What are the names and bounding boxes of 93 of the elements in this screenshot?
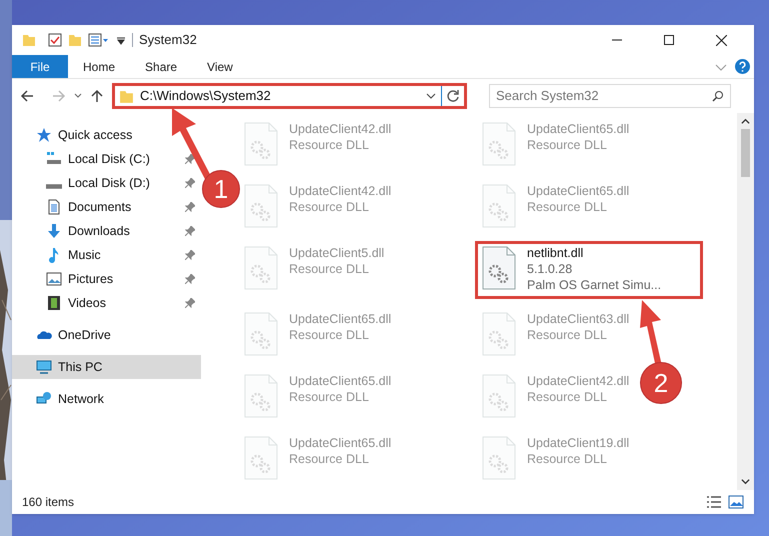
file-icon	[481, 121, 517, 167]
file-name: UpdateClient65.dll	[527, 121, 630, 137]
thumbnails-view-icon[interactable]	[728, 495, 744, 509]
address-path: C:\Windows\System32	[140, 87, 272, 106]
pin-icon	[185, 250, 195, 260]
details-view-icon[interactable]	[706, 495, 722, 509]
file-name: UpdateClient42.dll	[289, 183, 392, 199]
file-tile[interactable]: netlibnt.dll 5.1.0.28 Palm OS Garnet Simu...	[475, 241, 703, 299]
film-icon	[46, 295, 62, 311]
sidebar-item[interactable]: Network	[12, 387, 201, 411]
file-icon	[243, 183, 279, 229]
sidebar-item[interactable]: Videos	[12, 291, 201, 315]
file-detail: Resource DLL	[289, 137, 370, 153]
file-detail: Resource DLL	[527, 451, 608, 467]
pin-icon	[185, 226, 195, 236]
sidebar-item[interactable]: Quick access	[12, 123, 201, 147]
file-icon	[243, 373, 279, 419]
file-detail: Palm OS Garnet Simu...	[527, 277, 662, 293]
file-detail: Resource DLL	[289, 389, 370, 405]
file-name: UpdateClient65.dll	[289, 311, 392, 327]
sidebar-item[interactable]: Downloads	[12, 219, 201, 243]
sidebar-item[interactable]: Local Disk (C:)	[12, 147, 201, 171]
star-icon	[36, 127, 52, 143]
file-name: UpdateClient65.dll	[289, 435, 392, 451]
file-detail: 5.1.0.28	[527, 261, 574, 277]
scrollbar[interactable]	[737, 113, 754, 490]
file-name: UpdateClient65.dll	[527, 183, 630, 199]
file-icon	[481, 435, 517, 481]
file-name: netlibnt.dll	[527, 245, 584, 261]
scroll-down-icon[interactable]	[741, 477, 750, 486]
file-detail: Resource DLL	[527, 389, 608, 405]
search-icon	[712, 90, 724, 102]
file-detail: Resource DLL	[289, 261, 370, 277]
file-detail: Resource DLL	[527, 327, 608, 343]
window-title: System32	[139, 31, 197, 50]
file-icon	[481, 373, 517, 419]
file-icon	[243, 245, 279, 291]
file-icon	[243, 311, 279, 357]
monitor-icon	[36, 359, 52, 375]
refresh-icon[interactable]	[446, 89, 460, 103]
drive-icon	[46, 151, 62, 167]
file-name: UpdateClient42.dll	[527, 373, 630, 389]
sidebar-item[interactable]: This PC	[12, 355, 201, 379]
file-name: UpdateClient19.dll	[527, 435, 630, 451]
image-icon	[46, 271, 62, 287]
minimize-icon	[612, 39, 622, 41]
help-icon[interactable]	[735, 59, 750, 74]
ribbon-tab[interactable]: View	[192, 55, 248, 78]
sidebar-item[interactable]: Local Disk (D:)	[12, 171, 201, 195]
chevron-down-icon[interactable]	[74, 92, 82, 100]
pin-icon	[185, 178, 195, 188]
pin-icon	[185, 154, 195, 164]
ribbon-tab[interactable]: Home	[68, 55, 130, 78]
ribbon-tab[interactable]: File	[12, 55, 68, 78]
file-name: UpdateClient5.dll	[289, 245, 384, 261]
file-detail: Resource DLL	[289, 199, 370, 215]
item-count: 160 items	[22, 494, 74, 511]
file-detail: Resource DLL	[289, 451, 370, 467]
pin-icon	[185, 274, 195, 284]
up-arrow-icon[interactable]	[90, 89, 104, 103]
close-icon	[716, 34, 726, 46]
sidebar-item[interactable]: OneDrive	[12, 323, 201, 347]
dropdown-icon[interactable]	[116, 35, 126, 45]
folder-icon	[119, 88, 134, 104]
file-detail: Resource DLL	[289, 327, 370, 343]
pin-icon	[185, 298, 195, 308]
file-name: UpdateClient42.dll	[289, 121, 392, 137]
document-icon	[46, 199, 62, 215]
sidebar-item[interactable]: Pictures	[12, 267, 201, 291]
file-icon	[481, 183, 517, 229]
file-detail: Resource DLL	[527, 137, 608, 153]
search-field[interactable]: Search System32	[489, 84, 731, 108]
sidebar-item[interactable]: Music	[12, 243, 201, 267]
address-bar[interactable]: C:\Windows\System32	[112, 83, 467, 109]
file-icon	[481, 311, 517, 357]
maximize-icon	[664, 35, 674, 45]
drive-icon	[46, 184, 62, 188]
sidebar-item[interactable]: Documents	[12, 195, 201, 219]
properties-icon[interactable]	[88, 33, 110, 47]
file-icon	[481, 245, 517, 291]
file-name: UpdateClient63.dll	[527, 311, 630, 327]
checklist-icon[interactable]	[48, 33, 62, 47]
scroll-up-icon[interactable]	[741, 117, 750, 126]
scrollbar-thumb[interactable]	[741, 129, 750, 177]
search-input[interactable]: Search System32	[496, 86, 712, 106]
download-icon	[46, 223, 62, 239]
file-icon	[243, 435, 279, 481]
back-arrow-icon[interactable]	[20, 89, 34, 103]
ribbon-tab[interactable]: Share	[130, 55, 192, 78]
file-icon	[243, 121, 279, 167]
file-detail: Resource DLL	[527, 199, 608, 215]
file-name: UpdateClient65.dll	[289, 373, 392, 389]
pin-icon	[185, 202, 195, 212]
